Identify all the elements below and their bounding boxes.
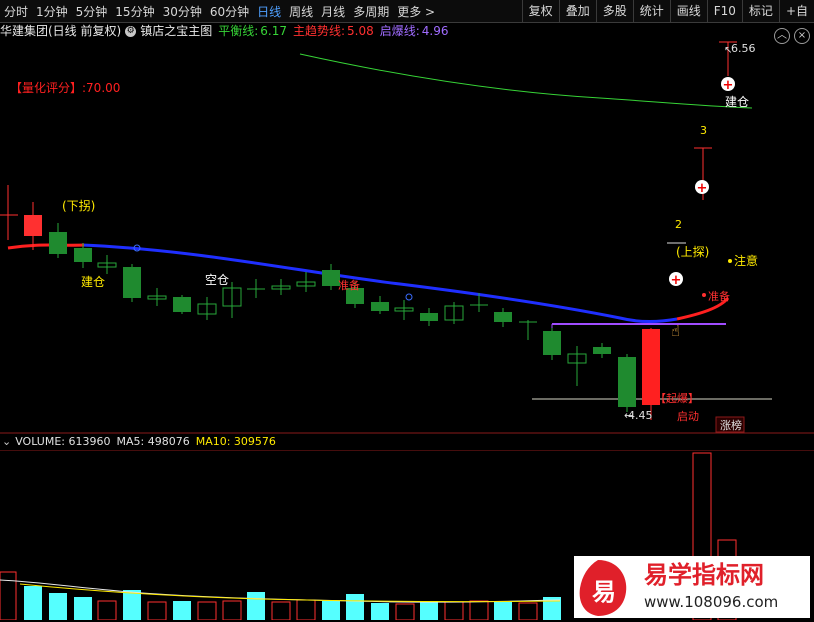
tab-daily[interactable]: 日线 <box>253 3 285 20</box>
svg-text:+: + <box>723 78 734 93</box>
label-notice: 注意 <box>734 253 758 268</box>
volume-header: ⌄ VOLUME: 613960 MA5: 498076 MA10: 30957… <box>0 434 276 450</box>
svg-text:↖: ↖ <box>724 45 732 56</box>
f10-button[interactable]: F10 <box>706 0 742 22</box>
stock-title: 华建集团(日线 前复权) <box>0 24 122 38</box>
label-prepare-1: 准备 <box>338 278 360 292</box>
svg-text:←: ← <box>624 409 633 422</box>
svg-text:www.108096.com: www.108096.com <box>644 593 778 611</box>
tab-more[interactable]: 更多 > <box>393 3 439 20</box>
volume-ma10-line <box>19 583 561 603</box>
volume-value: VOLUME: 613960 <box>15 435 111 448</box>
volume-ma10: MA10: 309576 <box>195 435 276 448</box>
indicator-name[interactable]: 镇店之宝主图 <box>140 22 212 40</box>
svg-text:+: + <box>671 273 682 288</box>
explode-line-value: 4.96 <box>421 24 449 38</box>
label-launch: 启动 <box>677 410 699 423</box>
label-build-left: 建仓 <box>81 275 105 289</box>
watermark-banner: 易 易学指标网 www.108096.com <box>574 556 810 618</box>
trend-line-value: 5.08 <box>347 24 374 38</box>
tab-15min[interactable]: 15分钟 <box>111 3 158 20</box>
label-limit-up: 涨榜 <box>720 418 742 432</box>
label-explode: 【起爆】 <box>655 391 699 405</box>
trend-line-label: 主趋势线: <box>292 24 346 38</box>
statistics-button[interactable]: 统计 <box>632 0 670 22</box>
trend-line-red-left <box>7 243 85 250</box>
multi-stock-button[interactable]: 多股 <box>595 0 633 22</box>
chart-title-bar: 华建集团(日线 前复权) ⚙ 镇店之宝主图 平衡线: 6.17 主趋势线: 5.… <box>0 22 449 40</box>
tab-30min[interactable]: 30分钟 <box>159 3 206 20</box>
settings-icon[interactable]: ⚙ <box>125 25 137 37</box>
explode-line-label: 启爆线: <box>379 24 420 38</box>
draw-line-button[interactable]: 画线 <box>669 0 707 22</box>
hand-cursor-icon: ☝ <box>671 322 680 340</box>
score-value: :70.00 <box>82 81 120 95</box>
tab-multi-period[interactable]: 多周期 <box>349 3 393 20</box>
label-empty: 空仓 <box>205 273 229 287</box>
tab-5min[interactable]: 5分钟 <box>72 3 112 20</box>
tab-60min[interactable]: 60分钟 <box>206 3 253 20</box>
chevron-down-icon[interactable]: ⌄ <box>2 434 11 450</box>
label-marker-3: 3 <box>700 124 707 137</box>
candles <box>0 41 737 420</box>
tab-monthly[interactable]: 月线 <box>317 3 349 20</box>
tab-fenshi[interactable]: 分时 <box>0 3 32 20</box>
price-chart: + + + ☝ 【量化评分】 :70.00 (下拐) 建仓 空仓 准备 3 2 … <box>0 41 814 434</box>
balance-line-value: 6.17 <box>260 24 287 38</box>
notice-dot-icon <box>728 259 732 263</box>
label-down-pull: (下拐) <box>62 198 95 213</box>
svg-text:+: + <box>697 181 708 196</box>
label-prepare-2: 准备 <box>708 289 730 303</box>
signal-dot-icon <box>405 293 413 301</box>
mark-button[interactable]: 标记 <box>741 0 779 22</box>
add-self-button[interactable]: +自 <box>778 0 814 22</box>
label-up-probe: (上探) <box>676 245 709 259</box>
brand-logo: 易 易学指标网 www.108096.com <box>579 560 778 616</box>
tab-weekly[interactable]: 周线 <box>285 3 317 20</box>
restore-rights-button[interactable]: 复权 <box>521 0 559 22</box>
overlay-button[interactable]: 叠加 <box>558 0 596 22</box>
svg-text:易: 易 <box>592 578 616 606</box>
volume-ma5: MA5: 498076 <box>116 435 190 448</box>
label-marker-2: 2 <box>675 218 682 231</box>
tab-1min[interactable]: 1分钟 <box>32 3 72 20</box>
svg-text:易学指标网: 易学指标网 <box>644 561 764 589</box>
period-toolbar: 分时 1分钟 5分钟 15分钟 30分钟 60分钟 日线 周线 月线 多周期 更… <box>0 0 814 23</box>
balance-line-label: 平衡线: <box>218 24 259 38</box>
prepare-dot-icon <box>702 293 706 297</box>
label-price-high: 6.56 <box>731 42 756 55</box>
label-build-right: 建仓 <box>725 95 749 109</box>
score-label: 【量化评分】 <box>10 81 82 95</box>
balance-line <box>299 53 753 109</box>
